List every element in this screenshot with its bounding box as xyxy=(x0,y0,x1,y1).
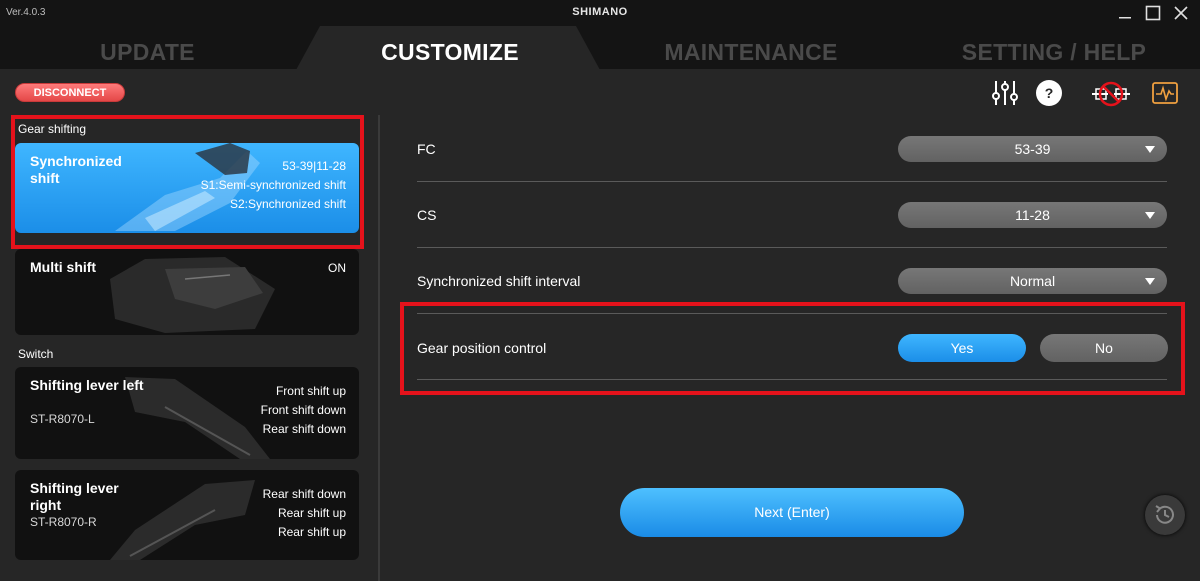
detail-line: Front shift down xyxy=(260,403,346,417)
main-nav: UPDATE CUSTOMIZE MAINTENANCE SETTING / H… xyxy=(0,26,1200,70)
chevron-down-icon xyxy=(1145,146,1155,153)
card-title: Shifting lever right xyxy=(30,480,119,513)
minimize-icon[interactable] xyxy=(1114,2,1136,24)
interval-select[interactable]: Normal xyxy=(898,268,1167,294)
fc-select[interactable]: 53-39 xyxy=(898,136,1167,162)
no-connection-icon[interactable] xyxy=(1088,78,1134,108)
divider xyxy=(417,247,1167,248)
cs-select[interactable]: 11-28 xyxy=(898,202,1167,228)
detail-line: Rear shift down xyxy=(262,487,346,501)
chevron-down-icon xyxy=(1145,212,1155,219)
maximize-icon[interactable] xyxy=(1142,2,1164,24)
interval-value: Normal xyxy=(1009,273,1056,289)
detail-line: ON xyxy=(328,261,346,275)
sliders-icon[interactable] xyxy=(990,78,1020,108)
detail-line: Rear shift up xyxy=(277,525,346,539)
highlight-box-gear-position xyxy=(400,302,1185,395)
card-title: Multi shift xyxy=(30,259,97,275)
tab-update[interactable]: UPDATE xyxy=(40,39,255,66)
svg-text:?: ? xyxy=(1045,85,1054,101)
monitor-icon[interactable] xyxy=(1150,78,1180,108)
highlight-box-gear-shifting xyxy=(11,115,364,249)
history-button[interactable] xyxy=(1145,495,1185,535)
detail-line: Rear shift up xyxy=(277,506,346,520)
tab-setting-help[interactable]: SETTING / HELP xyxy=(935,39,1173,66)
title-bar: Ver.4.0.3 SHIMANO xyxy=(0,0,1200,26)
interval-label: Synchronized shift interval xyxy=(417,273,581,289)
next-button[interactable]: Next (Enter) xyxy=(620,488,964,537)
card-model: ST-R8070-R xyxy=(30,515,97,529)
section-label-switch: Switch xyxy=(18,347,54,361)
tab-customize[interactable]: CUSTOMIZE xyxy=(340,39,560,66)
card-details: Front shift up Front shift down Rear shi… xyxy=(261,382,346,439)
fc-label: FC xyxy=(417,141,436,157)
card-shifting-lever-right[interactable]: Shifting lever right ST-R8070-R Rear shi… xyxy=(15,470,359,560)
card-details: ON xyxy=(328,259,346,278)
card-model: ST-R8070-L xyxy=(30,412,95,426)
card-multi-shift[interactable]: Multi shift ON xyxy=(15,249,359,335)
brand-logo: SHIMANO xyxy=(572,6,628,18)
tab-maintenance[interactable]: MAINTENANCE xyxy=(640,39,862,66)
detail-line: Rear shift down xyxy=(262,422,346,436)
detail-line: Front shift up xyxy=(275,384,346,398)
panel-divider xyxy=(378,115,380,581)
card-title: Shifting lever left xyxy=(30,377,144,393)
history-icon xyxy=(1155,505,1174,524)
disconnect-button[interactable]: DISCONNECT xyxy=(15,83,125,102)
close-icon[interactable] xyxy=(1170,2,1192,24)
divider xyxy=(417,181,1167,182)
cs-label: CS xyxy=(417,207,437,223)
chevron-down-icon xyxy=(1145,278,1155,285)
card-details: Rear shift down Rear shift up Rear shift… xyxy=(263,485,346,542)
toolbar: DISCONNECT ? xyxy=(0,70,1200,115)
help-icon[interactable]: ? xyxy=(1034,78,1064,108)
card-shifting-lever-left[interactable]: Shifting lever left ST-R8070-L Front shi… xyxy=(15,367,359,459)
cs-value: 11-28 xyxy=(1015,207,1050,223)
fc-value: 53-39 xyxy=(1014,141,1051,157)
